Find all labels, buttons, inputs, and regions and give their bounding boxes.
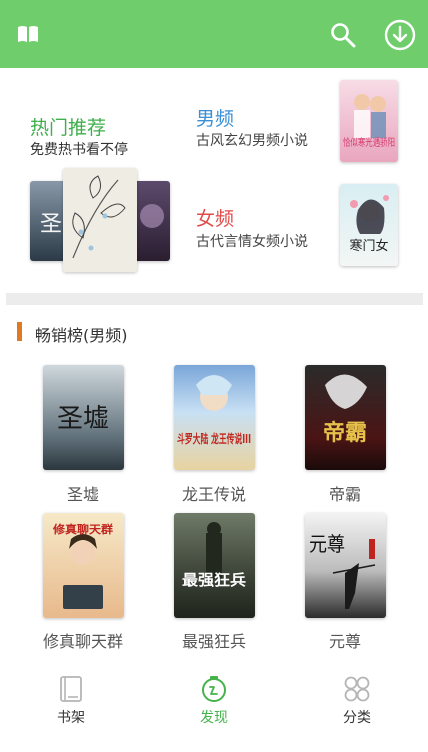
book-title: 元尊 — [328, 632, 361, 651]
book-cover: 修真聊天群 — [43, 513, 124, 618]
hot-recommend-subtitle: 免费热书看不停 — [30, 142, 128, 158]
svg-text:修真聊天群: 修真聊天群 — [52, 522, 113, 536]
tab-bookshelf-label: 书架 — [57, 710, 85, 726]
bestseller-section-title: 畅销榜(男频) — [35, 326, 128, 345]
female-cover: 寒门女 — [340, 184, 398, 266]
tab-discover-label: 发现 — [200, 710, 228, 726]
book-cover: 帝霸 — [305, 365, 386, 470]
search-icon[interactable] — [330, 22, 356, 48]
book-title: 圣墟 — [66, 485, 99, 504]
bottom-tab-bar: 书架 发现 分类 — [0, 665, 428, 752]
female-category-title: 女频 — [196, 208, 235, 230]
hot-cover-center — [63, 168, 137, 272]
svg-text:最强狂兵: 最强狂兵 — [182, 571, 246, 589]
svg-text:元尊: 元尊 — [309, 532, 345, 556]
download-icon[interactable] — [384, 19, 416, 51]
book-cover: 斗罗大陆 龙王传说III — [174, 365, 255, 470]
svg-text:恰似寒光遇骄阳: 恰似寒光遇骄阳 — [343, 136, 395, 149]
tab-discover[interactable]: 发现 — [169, 675, 259, 727]
book-title: 帝霸 — [328, 485, 361, 504]
discover-icon — [202, 676, 226, 702]
tab-category-label: 分类 — [343, 710, 371, 726]
male-category-title: 男频 — [196, 108, 235, 130]
tab-category[interactable]: 分类 — [312, 675, 402, 727]
book-title: 龙王传说 — [181, 485, 246, 504]
book-cover: 圣墟 — [43, 365, 124, 470]
male-cover: 恰似寒光遇骄阳 — [340, 80, 398, 162]
male-category-subtitle: 古风玄幻男频小说 — [196, 133, 308, 149]
book-title: 最强狂兵 — [181, 632, 246, 651]
section-accent-bar — [17, 322, 22, 341]
tab-bookshelf[interactable]: 书架 — [26, 675, 116, 727]
book-open-icon[interactable] — [17, 25, 39, 43]
book-title: 修真聊天群 — [42, 632, 123, 651]
bookshelf-icon — [60, 676, 82, 702]
hot-recommend-title: 热门推荐 — [30, 117, 107, 139]
svg-text:斗罗大陆 龙王传说III: 斗罗大陆 龙王传说III — [177, 431, 251, 446]
svg-text:圣墟: 圣墟 — [57, 404, 109, 434]
book-cover: 最强狂兵 — [174, 513, 255, 618]
svg-text:帝霸: 帝霸 — [323, 420, 367, 446]
category-icon — [344, 676, 370, 702]
book-cover: 元尊 — [305, 513, 386, 618]
svg-text:寒门女: 寒门女 — [349, 238, 388, 254]
hot-cover-right — [134, 181, 170, 261]
svg-text:圣: 圣 — [40, 212, 62, 237]
section-divider — [6, 293, 423, 305]
app-header — [0, 0, 428, 68]
female-category-subtitle: 古代言情女频小说 — [196, 234, 308, 250]
